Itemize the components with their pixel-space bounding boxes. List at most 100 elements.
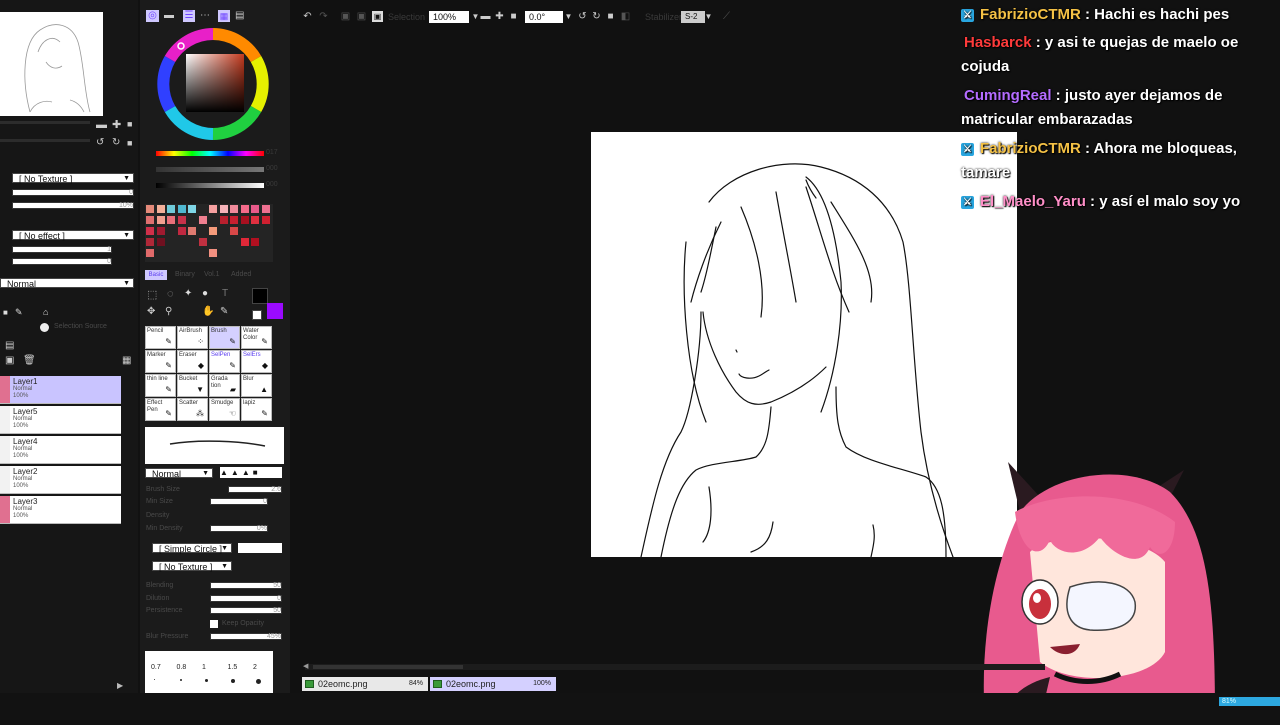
layer-item[interactable]: Layer2 Normal 100% [0, 466, 121, 494]
hue-slider[interactable] [156, 151, 264, 156]
brush-tool-grada-tion[interactable]: Grada tion ▰ [209, 374, 240, 397]
brush-shape-strength[interactable] [238, 543, 282, 553]
brush-shape-buttons[interactable]: ▲▲▲■ [220, 467, 282, 478]
new-layer-icon[interactable]: ▤ [5, 340, 14, 351]
brush-tool-airbrush[interactable]: AirBrush ⁘ [177, 326, 208, 349]
color-swatch[interactable] [209, 227, 217, 235]
brush-tool-lapiz[interactable]: lapiz ✎ [241, 398, 272, 421]
rect-select-icon[interactable]: ⬚ [147, 288, 157, 301]
horizontal-scrollbar[interactable] [305, 664, 1045, 670]
effect-strength-slider[interactable]: 0 [12, 258, 112, 265]
zoom-reset-icon[interactable]: ■ [127, 119, 132, 129]
brush-tool-smudge[interactable]: Smudge ☜ [209, 398, 240, 421]
color-swatch[interactable] [146, 205, 154, 213]
stabilizer-dropdown-icon[interactable]: ▼ [703, 11, 714, 22]
brush-size-preset[interactable]: 1.5 [228, 664, 238, 671]
color-swatch[interactable] [240, 238, 249, 246]
brush-tool-thin-line[interactable]: thin line ✎ [145, 374, 176, 397]
brush-size-preset[interactable]: 0.8 [177, 664, 187, 671]
color-swatch[interactable] [251, 205, 259, 213]
deselect-icon[interactable]: ▣ [340, 11, 351, 22]
primary-color-swatch[interactable] [252, 288, 268, 304]
show-selection-icon[interactable]: ▣ [372, 11, 383, 22]
lasso-icon[interactable]: ◌ [167, 288, 174, 300]
texture-scale-slider[interactable]: 0 [12, 189, 134, 196]
color-swatch[interactable] [198, 238, 207, 246]
zoom-reset-button[interactable]: ■ [508, 11, 519, 22]
color-wheel-icon[interactable]: ◎ [146, 10, 159, 22]
brush-tool-blur[interactable]: Blur ▲ [241, 374, 272, 397]
color-swatch[interactable] [230, 227, 238, 235]
scrollbar-thumb[interactable] [313, 665, 463, 669]
rotate-left-icon[interactable]: ↺ [96, 137, 104, 148]
redo-icon[interactable]: ↷ [318, 11, 329, 22]
color-swatch[interactable] [146, 216, 154, 224]
color-swatch[interactable] [146, 249, 154, 257]
rotate-reset-button[interactable]: ■ [605, 11, 616, 22]
pen-icon[interactable]: ✎ [15, 307, 23, 318]
dilution-slider[interactable]: 0 [210, 595, 282, 602]
magic-wand-icon[interactable]: ✦ [184, 288, 192, 299]
color-swatch[interactable] [209, 205, 217, 213]
color-swatch[interactable] [156, 227, 165, 235]
color-swatch[interactable] [156, 216, 165, 224]
color-swatch[interactable] [177, 216, 186, 224]
min-size-slider[interactable]: 0 [210, 498, 268, 505]
delete-layer-icon[interactable]: 🗑 [23, 355, 36, 366]
color-swatch[interactable] [261, 205, 270, 213]
mix-grid-icon[interactable]: ⋯ [200, 10, 210, 21]
merge-layer-icon[interactable]: ▦ [122, 355, 131, 366]
move-icon[interactable]: ✥ [147, 306, 155, 317]
selection-source-toggle[interactable] [40, 323, 49, 332]
scroll-left-icon[interactable]: ◀ [303, 662, 308, 670]
brush-size-preset[interactable]: 0.7 [151, 664, 161, 671]
layer-item[interactable]: Layer4 Normal 100% [0, 436, 121, 464]
color-swatch[interactable] [177, 205, 186, 213]
persistence-slider[interactable]: 50 [210, 607, 282, 614]
zoom-field[interactable]: 100% [429, 11, 469, 23]
navigator-preview[interactable] [0, 12, 103, 116]
palette-tab-binary[interactable]: Binary [175, 271, 195, 278]
rgb-sliders-icon[interactable]: ▬ [164, 10, 174, 21]
secondary-color-swatch[interactable] [267, 303, 283, 319]
zoom-icon[interactable]: ⚲ [165, 306, 172, 317]
effect-width-slider[interactable]: 1 [12, 246, 112, 253]
zoom-out-button[interactable]: ▬ [480, 11, 491, 22]
color-swatch[interactable] [167, 216, 175, 224]
brush-tool-eraser[interactable]: Eraser ◆ [177, 350, 208, 373]
layer-texture-select[interactable]: [ No Texture ] ▼ [12, 173, 134, 184]
color-swatch[interactable] [240, 216, 249, 224]
brush-size-preset[interactable]: 2 [253, 664, 257, 671]
brush-blend-select[interactable]: Normal ▼ [145, 468, 213, 479]
zoom-out-icon[interactable]: ▬ [96, 119, 107, 131]
color-swatch[interactable] [219, 216, 228, 224]
document-tab-1[interactable]: 02eomc.png 84% [302, 677, 428, 691]
brush-tool-selpen[interactable]: SelPen ✎ [209, 350, 240, 373]
drawing-canvas[interactable] [591, 132, 1017, 558]
color-swatch[interactable] [188, 205, 196, 213]
color-swatch[interactable] [156, 238, 165, 246]
color-swatch[interactable] [198, 216, 207, 224]
brush-tool-effect-pen[interactable]: Effect Pen ✎ [145, 398, 176, 421]
color-swatch[interactable] [146, 227, 154, 235]
layer-item[interactable]: Layer1 Normal 100% [0, 376, 121, 404]
blend-mode-select[interactable]: Normal ▼ [0, 278, 134, 289]
zoom-in-button[interactable]: ✚ [494, 11, 505, 22]
selection-source-icon[interactable]: ⌂ [43, 307, 48, 317]
brush-tool-marker[interactable]: Marker ✎ [145, 350, 176, 373]
brush-tool-water-color[interactable]: Water Color ✎ [241, 326, 272, 349]
brush-tool-bucket[interactable]: Bucket ▼ [177, 374, 208, 397]
palette-tab-vol1[interactable]: Vol.1 [204, 271, 220, 278]
color-swatch[interactable] [261, 216, 270, 224]
palette-tab-added[interactable]: Added [231, 271, 251, 278]
saturation-slider[interactable] [156, 167, 264, 172]
color-swatch[interactable] [230, 205, 238, 213]
brush-size-slider[interactable]: 2.6 [228, 486, 282, 493]
color-wheel[interactable] [153, 24, 273, 144]
layer-item[interactable]: Layer5 Normal 100% [0, 406, 121, 434]
transparent-color-swatch[interactable] [252, 310, 262, 320]
rotate-reset-icon[interactable]: ■ [127, 138, 132, 148]
flip-icon[interactable]: ◧ [620, 11, 631, 22]
brush-tool-brush[interactable]: Brush ✎ [209, 326, 240, 349]
swatch-palette[interactable] [145, 204, 273, 262]
